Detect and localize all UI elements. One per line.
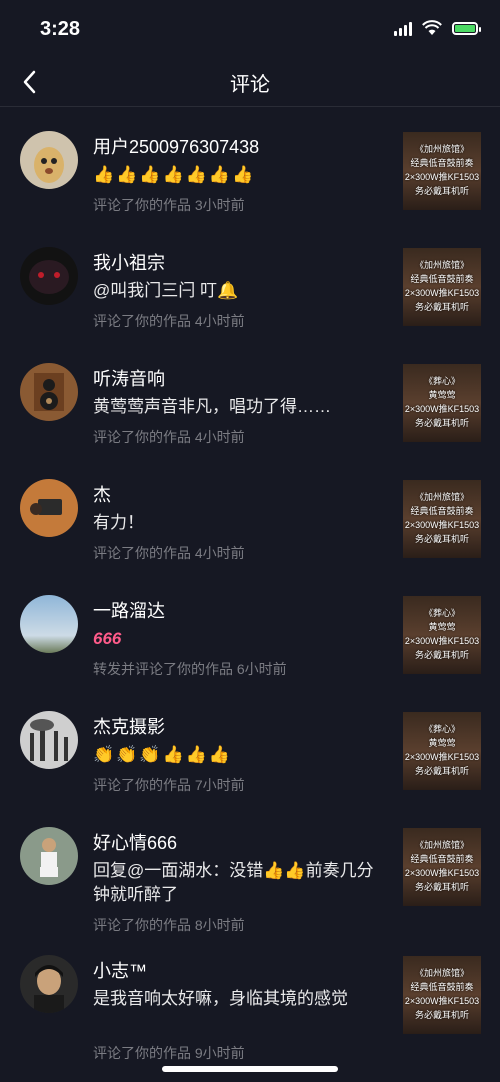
comment-meta: 评论了你的作品 9小时前 (93, 1045, 245, 1061)
comment-text: 👍👍👍👍👍👍👍 (93, 165, 256, 185)
username[interactable]: 用户2500976307438 (93, 133, 259, 159)
avatar[interactable] (20, 363, 78, 421)
thumbnail-caption: 《加州旅馆》 经典低音鼓前奏 2×300W推KF1503 务必戴耳机听 (404, 260, 480, 312)
thumbnail-caption: 《葬心》 黄莺莺 2×300W推KF1503 务必戴耳机听 (404, 376, 480, 428)
video-thumbnail[interactable]: 《葬心》 黄莺莺 2×300W推KF1503 务必戴耳机听 (403, 364, 481, 442)
avatar[interactable] (20, 595, 78, 653)
wifi-icon (422, 20, 442, 35)
comment-text: 666 (93, 629, 122, 648)
comment-meta: 评论了你的作品 3小时前 (93, 197, 245, 213)
video-thumbnail[interactable]: 《加州旅馆》 经典低音鼓前奏 2×300W推KF1503 务必戴耳机听 (403, 828, 481, 906)
signal-icon (394, 20, 412, 36)
comment-meta: 评论了你的作品 4小时前 (93, 429, 245, 445)
comment-text: 是我音响太好嘛，身临其境的感觉 (93, 989, 348, 1008)
comment-text: 黄莺莺声音非凡，唱功了得…… (93, 397, 331, 416)
thumbnail-caption: 《加州旅馆》 经典低音鼓前奏 2×300W推KF1503 务必戴耳机听 (404, 144, 480, 196)
comment-item[interactable]: 杰 有力！ 评论了你的作品 4小时前 《加州旅馆》 经典低音鼓前奏 2×300W… (0, 463, 500, 579)
avatar[interactable] (20, 827, 78, 885)
thumbnail-caption: 《葬心》 黄莺莺 2×300W推KF1503 务必戴耳机听 (404, 724, 480, 776)
avatar[interactable] (20, 955, 78, 1013)
comment-text: 有力！ (93, 513, 144, 532)
avatar[interactable] (20, 711, 78, 769)
comment-text: @叫我门三闩 叮🔔 (93, 281, 239, 300)
video-thumbnail[interactable]: 《葬心》 黄莺莺 2×300W推KF1503 务必戴耳机听 (403, 712, 481, 790)
avatar[interactable] (20, 131, 78, 189)
username[interactable]: 一路溜达 (93, 597, 165, 623)
thumbnail-caption: 《加州旅馆》 经典低音鼓前奏 2×300W推KF1503 务必戴耳机听 (404, 840, 480, 892)
video-thumbnail[interactable]: 《加州旅馆》 经典低音鼓前奏 2×300W推KF1503 务必戴耳机听 (403, 248, 481, 326)
status-icons (394, 20, 481, 36)
video-thumbnail[interactable]: 《加州旅馆》 经典低音鼓前奏 2×300W推KF1503 务必戴耳机听 (403, 480, 481, 558)
thumbnail-caption: 《葬心》 黄莺莺 2×300W推KF1503 务必戴耳机听 (404, 608, 480, 660)
avatar[interactable] (20, 479, 78, 537)
battery-icon (452, 21, 481, 35)
username[interactable]: 听涛音响 (93, 365, 165, 391)
thumbnail-caption: 《加州旅馆》 经典低音鼓前奏 2×300W推KF1503 务必戴耳机听 (404, 968, 480, 1020)
video-thumbnail[interactable]: 《加州旅馆》 经典低音鼓前奏 2×300W推KF1503 务必戴耳机听 (403, 132, 481, 210)
status-bar: 3:28 (0, 0, 500, 58)
comment-meta: 转发并评论了你的作品 6小时前 (93, 661, 287, 677)
comment-item[interactable]: 一路溜达 666 转发并评论了你的作品 6小时前 《葬心》 黄莺莺 2×300W… (0, 579, 500, 695)
video-thumbnail[interactable]: 《葬心》 黄莺莺 2×300W推KF1503 务必戴耳机听 (403, 596, 481, 674)
status-time: 3:28 (40, 18, 81, 40)
home-indicator[interactable] (162, 1066, 338, 1072)
video-thumbnail[interactable]: 《加州旅馆》 经典低音鼓前奏 2×300W推KF1503 务必戴耳机听 (403, 956, 481, 1034)
nav-bar: 评论 (0, 58, 500, 107)
username[interactable]: 小志™ (93, 957, 147, 983)
comment-text: 👏👏👏👍👍👍 (93, 745, 233, 765)
comment-item[interactable]: 杰克摄影 👏👏👏👍👍👍 评论了你的作品 7小时前 《葬心》 黄莺莺 2×300W… (0, 695, 500, 811)
avatar[interactable] (20, 247, 78, 305)
comment-meta: 评论了你的作品 8小时前 (93, 917, 245, 933)
comment-item[interactable]: 听涛音响 黄莺莺声音非凡，唱功了得…… 评论了你的作品 4小时前 《葬心》 黄莺… (0, 347, 500, 463)
username[interactable]: 杰 (93, 481, 111, 507)
comment-item[interactable]: 我小祖宗 @叫我门三闩 叮🔔 评论了你的作品 4小时前 《加州旅馆》 经典低音鼓… (0, 231, 500, 347)
page-title: 评论 (230, 74, 270, 96)
comment-item[interactable]: 小志™ 是我音响太好嘛，身临其境的感觉 评论了你的作品 9小时前 《加州旅馆》 … (0, 939, 500, 1067)
comment-list: 用户2500976307438 👍👍👍👍👍👍👍 评论了你的作品 3小时前 《加州… (0, 115, 500, 1067)
comment-text: 回复@一面湖水：没错👍👍前奏几分钟就听醉了 (93, 861, 374, 904)
comment-item[interactable]: 好心情666 回复@一面湖水：没错👍👍前奏几分钟就听醉了 评论了你的作品 8小时… (0, 811, 500, 939)
comment-item[interactable]: 用户2500976307438 👍👍👍👍👍👍👍 评论了你的作品 3小时前 《加州… (0, 115, 500, 231)
username[interactable]: 杰克摄影 (93, 713, 165, 739)
comment-meta: 评论了你的作品 4小时前 (93, 313, 245, 329)
username[interactable]: 我小祖宗 (93, 249, 165, 275)
comment-meta: 评论了你的作品 7小时前 (93, 777, 245, 793)
comment-meta: 评论了你的作品 4小时前 (93, 545, 245, 561)
username[interactable]: 好心情666 (93, 829, 177, 855)
thumbnail-caption: 《加州旅馆》 经典低音鼓前奏 2×300W推KF1503 务必戴耳机听 (404, 492, 480, 544)
